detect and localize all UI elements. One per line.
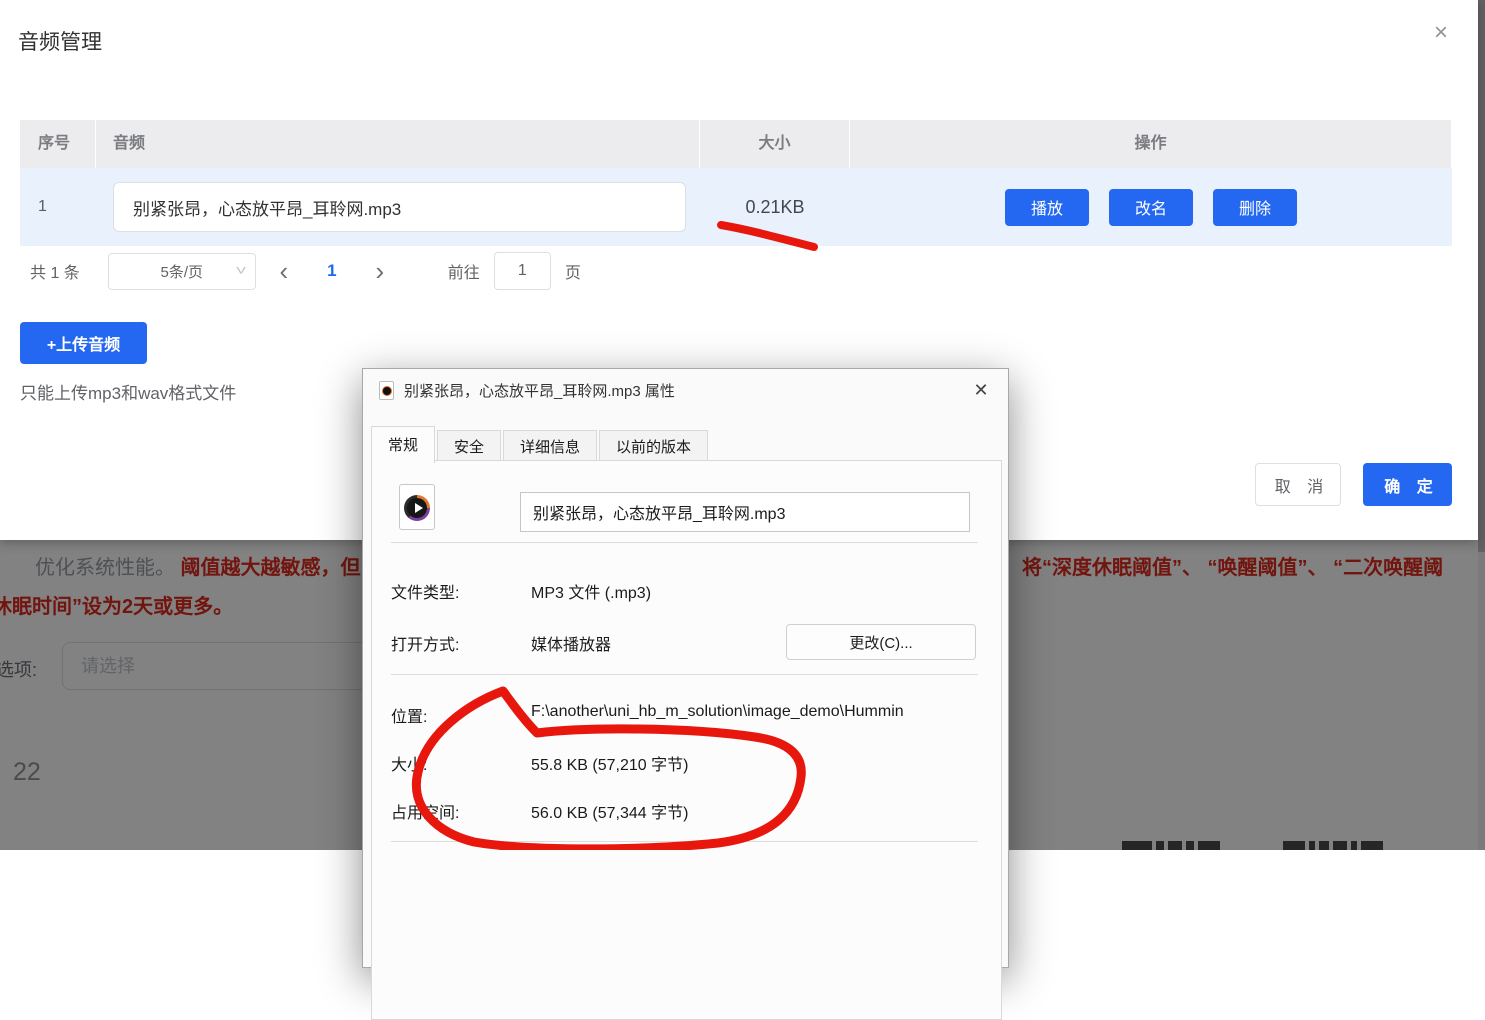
header-size: 大小 <box>700 120 850 168</box>
properties-filename-input[interactable] <box>520 492 970 532</box>
delete-button[interactable]: 删除 <box>1213 189 1297 226</box>
dialog-close-icon[interactable]: ✕ <box>968 377 994 403</box>
mp3-file-icon <box>399 484 435 530</box>
location-value: F:\another\uni_hb_m_solution\image_demo\… <box>531 703 904 721</box>
tab-security[interactable]: 安全 <box>437 430 501 463</box>
next-page-icon[interactable]: › <box>352 253 408 290</box>
upload-hint-text: 只能上传mp3和wav格式文件 <box>20 379 236 404</box>
size-on-disk-value: 56.0 KB (57,344 字节) <box>531 799 688 823</box>
divider <box>391 674 978 675</box>
header-audio: 音频 <box>96 120 700 168</box>
tab-details[interactable]: 详细信息 <box>503 430 597 463</box>
open-with-value: 媒体播放器 <box>531 631 611 655</box>
dialog-titlebar[interactable]: 别紧张昂，心态放平昂_耳聆网.mp3 属性 ✕ <box>363 369 1008 411</box>
play-button[interactable]: 播放 <box>1005 189 1089 226</box>
row-audio-cell <box>96 182 700 232</box>
file-type-value: MP3 文件 (.mp3) <box>531 579 651 603</box>
dialog-title: 别紧张昂，心态放平昂_耳聆网.mp3 属性 <box>404 380 675 401</box>
table-header-row: 序号 音频 大小 操作 <box>20 120 1452 168</box>
pagination-total: 共 1 条 <box>30 259 80 283</box>
cancel-button[interactable]: 取 消 <box>1255 463 1341 506</box>
size-on-disk-label: 占用空间: <box>391 799 459 823</box>
row-size-cell: 0.21KB <box>700 197 850 218</box>
row-actions-cell: 播放 改名 删除 <box>850 189 1452 226</box>
close-icon[interactable]: × <box>1426 18 1456 48</box>
goto-page-input[interactable] <box>494 252 551 290</box>
confirm-button[interactable]: 确 定 <box>1363 463 1452 506</box>
size-value: 55.8 KB (57,210 字节) <box>531 751 688 775</box>
open-with-label: 打开方式: <box>391 631 459 655</box>
filename-input[interactable] <box>113 182 686 232</box>
divider <box>391 542 978 543</box>
file-properties-dialog: 别紧张昂，心态放平昂_耳聆网.mp3 属性 ✕ 常规 安全 详细信息 以前的版本… <box>362 368 1009 968</box>
dialog-tabs: 常规 安全 详细信息 以前的版本 <box>371 426 710 463</box>
rename-button[interactable]: 改名 <box>1109 189 1193 226</box>
tab-general[interactable]: 常规 <box>371 426 435 463</box>
general-tab-panel <box>371 460 1002 1020</box>
current-page[interactable]: 1 <box>312 261 352 281</box>
tab-previous-versions[interactable]: 以前的版本 <box>599 430 708 463</box>
change-app-button[interactable]: 更改(C)... <box>786 624 976 660</box>
upload-audio-button[interactable]: +上传音频 <box>20 322 147 364</box>
page-title: 音频管理 <box>18 26 102 56</box>
header-actions: 操作 <box>850 120 1452 168</box>
table-row: 1 0.21KB 播放 改名 删除 <box>20 168 1452 246</box>
file-type-label: 文件类型: <box>391 579 459 603</box>
page-unit-label: 页 <box>565 259 581 283</box>
pagination: 共 1 条 5条/页 ˅ ‹ 1 › 前往 页 <box>30 252 581 290</box>
page-size-select[interactable]: 5条/页 ˅ <box>108 253 256 290</box>
audio-table: 序号 音频 大小 操作 1 0.21KB 播放 改名 删除 <box>20 120 1452 246</box>
location-label: 位置: <box>391 703 427 727</box>
size-label: 大小: <box>391 751 427 775</box>
prev-page-icon[interactable]: ‹ <box>256 253 312 290</box>
chevron-down-icon: ˅ <box>235 262 246 278</box>
goto-label: 前往 <box>448 259 480 283</box>
header-index: 序号 <box>20 120 96 168</box>
row-index-cell: 1 <box>20 198 96 216</box>
media-file-icon <box>379 381 394 400</box>
divider <box>391 841 978 842</box>
